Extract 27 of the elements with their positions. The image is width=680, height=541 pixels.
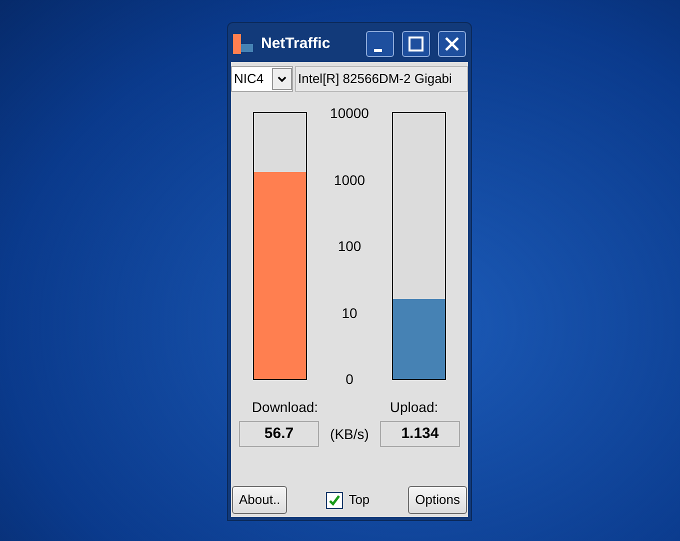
top-checkbox[interactable] xyxy=(326,492,343,508)
maximize-icon xyxy=(408,36,424,52)
upload-value: 1.134 xyxy=(380,421,460,447)
nic-value: NIC4 xyxy=(233,70,265,88)
scale-label: 100 xyxy=(338,238,362,254)
about-button[interactable]: About.. xyxy=(232,486,288,514)
download-label: Download: xyxy=(250,398,320,417)
unit-label: (KB/s) xyxy=(330,424,369,444)
scale-label: 0 xyxy=(346,371,354,387)
chevron-down-icon xyxy=(272,68,292,90)
download-value: 56.7 xyxy=(239,421,319,447)
scale-label: 10000 xyxy=(330,105,369,121)
nic-dropdown[interactable]: NIC4 xyxy=(231,66,293,92)
options-button[interactable]: Options xyxy=(408,486,467,514)
window-title: NetTraffic xyxy=(261,34,332,54)
scale-label: 10 xyxy=(342,304,358,320)
app-logo-icon xyxy=(233,34,253,54)
minimize-button[interactable] xyxy=(366,31,394,57)
scale-label: 1000 xyxy=(334,172,366,188)
upload-label: Upload: xyxy=(388,398,440,417)
minimize-icon xyxy=(374,48,382,52)
top-label: Top xyxy=(348,491,370,510)
checkmark-icon xyxy=(328,494,341,506)
close-icon xyxy=(444,36,460,52)
adapter-name-field: Intel[R] 82566DM-2 Gigabi xyxy=(295,66,468,92)
close-button[interactable] xyxy=(438,31,466,57)
maximize-button[interactable] xyxy=(402,31,430,57)
